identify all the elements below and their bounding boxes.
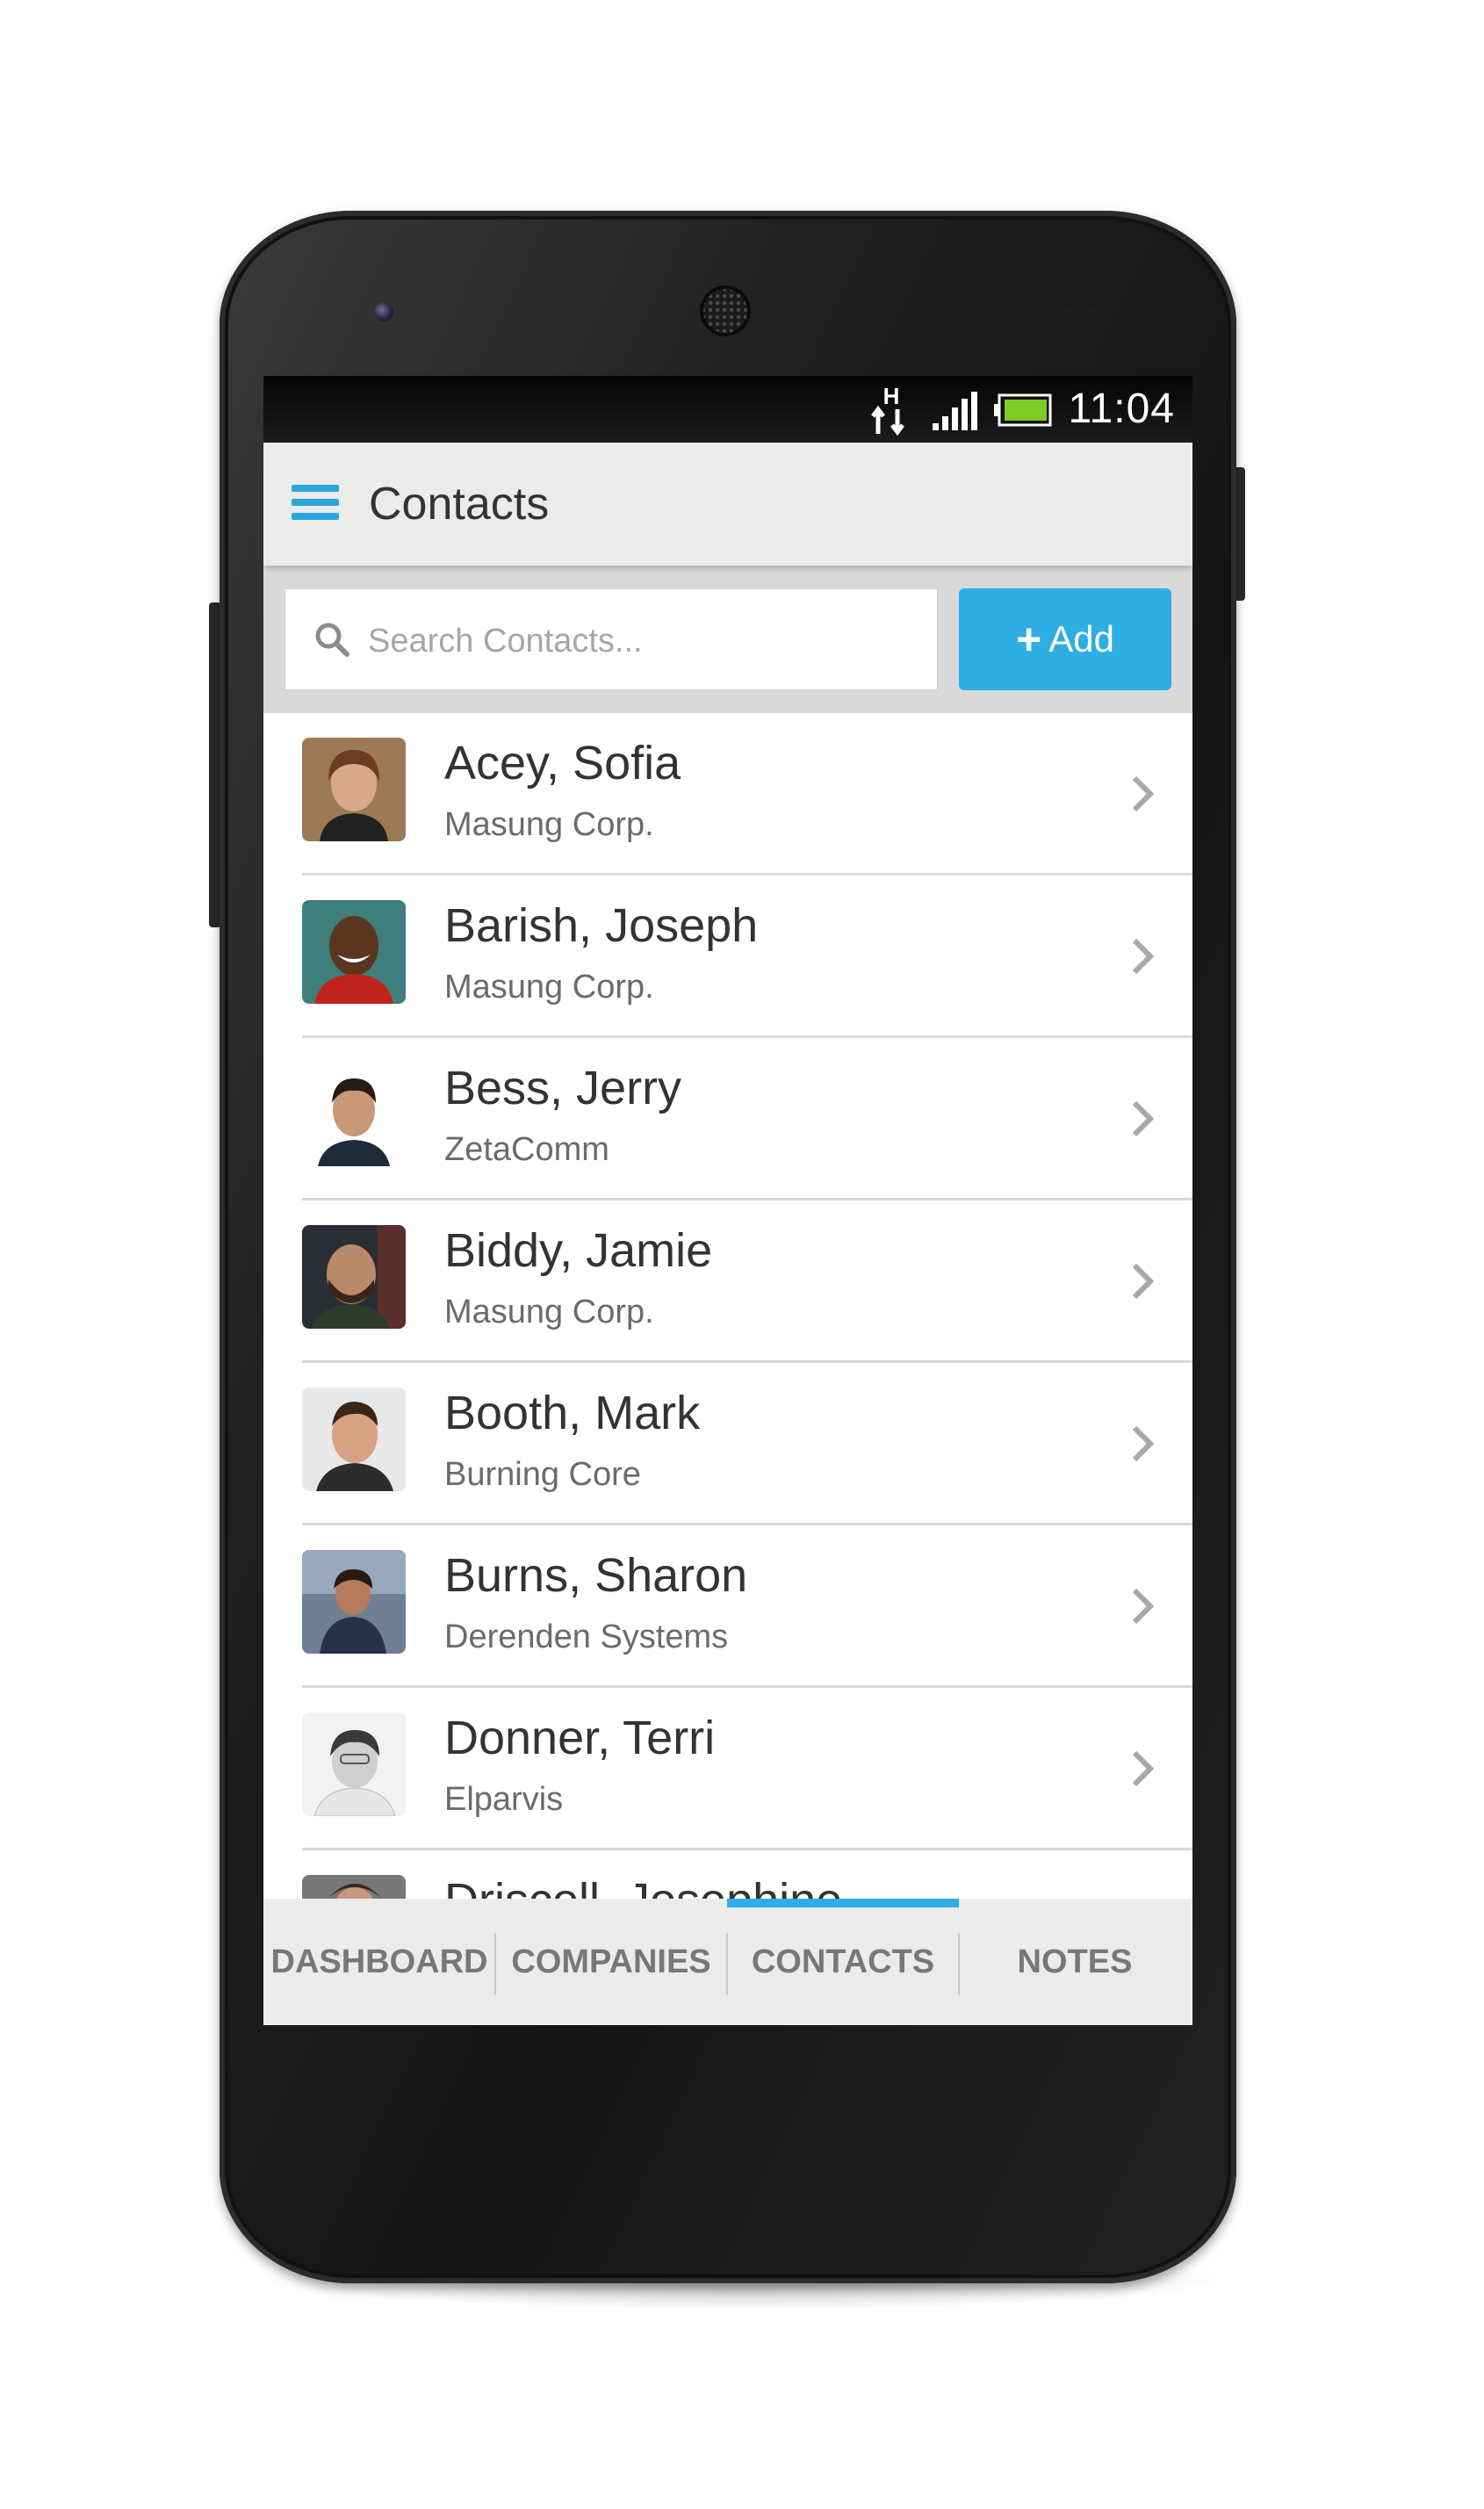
chevron-right-icon [1132,1263,1155,1300]
contact-name: Acey, Sofia [444,737,681,789]
chevron-right-icon [1132,775,1155,812]
chevron-right-icon [1132,1588,1155,1625]
avatar [302,1712,406,1816]
tab-companies[interactable]: COMPANIES [495,1899,727,2025]
tab-dashboard[interactable]: DASHBOARD [263,1899,495,2025]
avatar [302,1225,406,1329]
contact-name: Bess, Jerry [444,1062,682,1114]
contact-list-item[interactable]: Booth, Mark Burning Core [263,1363,1192,1525]
search-box[interactable] [285,588,938,690]
contact-name: Driscoll, Josephine [444,1873,842,1899]
phone-screen: H 11:04 Contacts Search Contacts... + Ad… [263,376,1192,2025]
contact-list-item[interactable]: Barish, Joseph Masung Corp. [263,876,1192,1038]
avatar [302,738,406,841]
chevron-right-icon [1132,1425,1155,1462]
signal-icon [933,392,977,430]
contact-company: Masung Corp. [444,969,654,1006]
add-button-label: Add [1048,618,1114,660]
contact-company: Elparvis [444,1781,564,1818]
contact-company: Derenden Systems [444,1619,729,1655]
contact-list-item[interactable]: Burns, Sharon Derenden Systems [263,1525,1192,1688]
contact-list-item[interactable]: Donner, Terri Elparvis [263,1688,1192,1850]
page-title: Contacts [369,479,550,530]
earpiece-speaker [700,285,751,336]
avatar [302,1875,406,1899]
contact-list-item[interactable]: Bess, Jerry ZetaComm [263,1038,1192,1200]
search-icon [315,623,349,657]
contact-company: Masung Corp. [444,806,654,843]
app-bar: Contacts [263,443,1192,566]
chevron-right-icon [1132,938,1155,975]
contact-name: Donner, Terri [444,1712,716,1764]
chevron-right-icon [1132,1100,1155,1137]
front-camera [374,302,393,321]
plus-icon: + [1016,615,1042,664]
status-time: 11:04 [1068,386,1175,432]
svg-text:H: H [883,383,900,409]
avatar [302,1388,406,1491]
contact-company: Burning Core [444,1456,641,1493]
battery-icon [994,393,1052,427]
search-input[interactable] [366,612,914,670]
contact-name: Booth, Mark [444,1387,701,1439]
tab-contacts[interactable]: CONTACTS [727,1899,959,2025]
contact-name: Burns, Sharon [444,1549,748,1602]
chevron-right-icon [1132,1750,1155,1787]
proximity-sensor [1061,307,1073,320]
search-row: + Add [263,566,1192,713]
contact-list-item[interactable]: Driscoll, Josephine [263,1850,1192,1899]
contact-company: ZetaComm [444,1131,609,1168]
add-contact-button[interactable]: + Add [959,588,1171,690]
bottom-nav: DASHBOARD COMPANIES CONTACTS NOTES [263,1899,1192,2025]
contact-list-item[interactable]: Biddy, Jamie Masung Corp. [263,1200,1192,1363]
status-bar: H 11:04 [263,376,1192,443]
network-h-icon: H [871,383,904,436]
tab-notes[interactable]: NOTES [959,1899,1191,2025]
avatar [302,1550,406,1654]
avatar [302,1063,406,1166]
contact-list: Acey, Sofia Masung Corp. Barish, Joseph … [263,713,1192,1899]
light-sensor [1085,307,1098,320]
avatar [302,900,406,1004]
contact-name: Biddy, Jamie [444,1224,713,1277]
contact-name: Barish, Joseph [444,899,759,952]
contact-company: Masung Corp. [444,1294,654,1330]
hamburger-menu-icon[interactable] [292,481,339,525]
contact-list-item[interactable]: Acey, Sofia Masung Corp. [263,713,1192,876]
